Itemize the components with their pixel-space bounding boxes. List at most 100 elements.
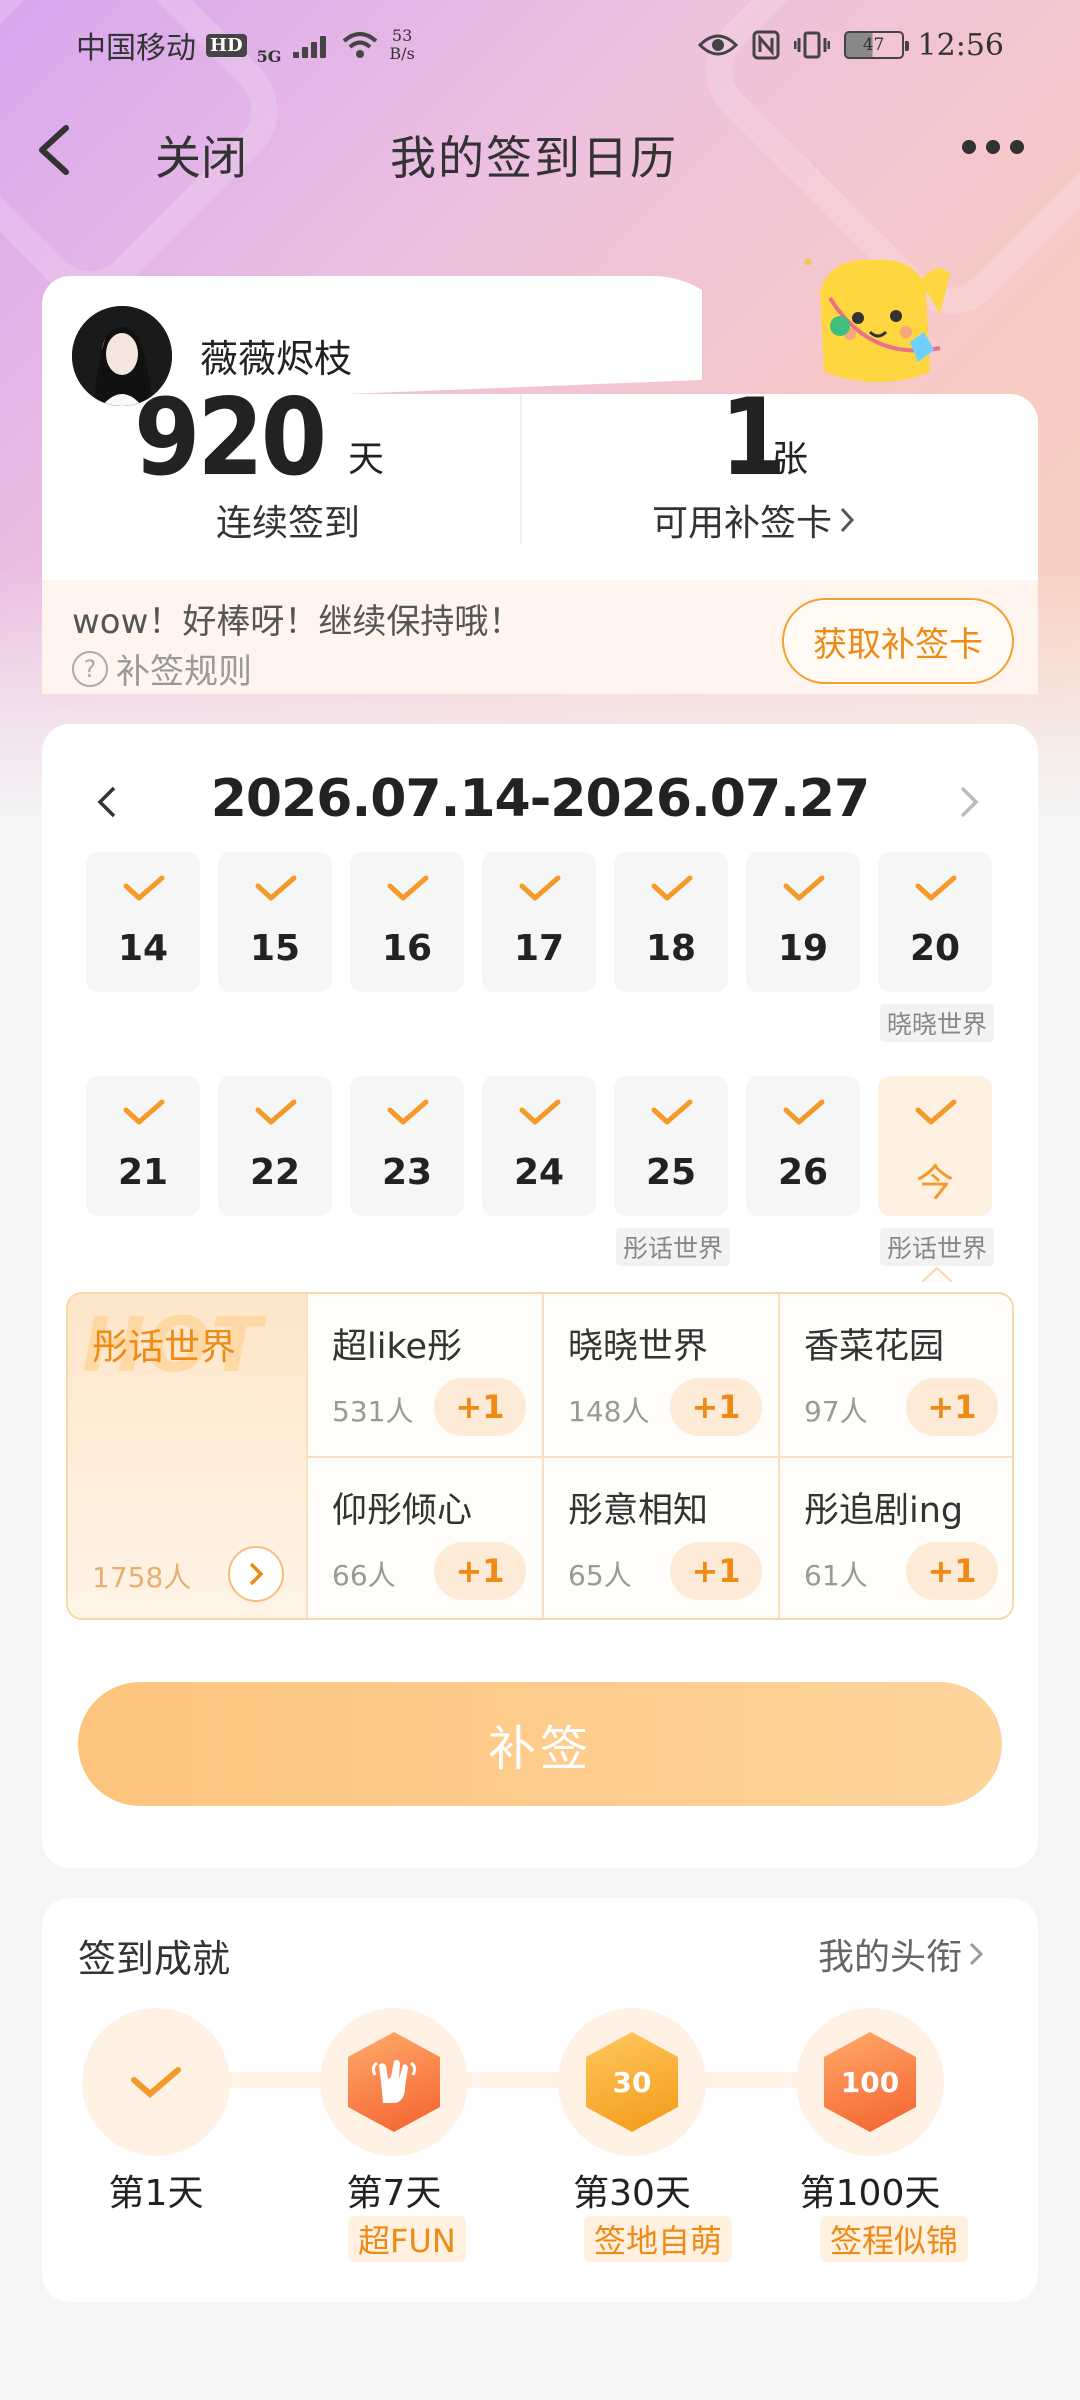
topic-item[interactable]: 香菜花园 97人 +1 — [778, 1294, 1012, 1458]
milestone-day: 第30天 — [573, 2173, 691, 2214]
makeup-cards-unit: 张 — [772, 439, 809, 480]
topic-plus-one-button[interactable]: +1 — [906, 1378, 998, 1436]
topic-item[interactable]: 彤意相知 65人 +1 — [542, 1458, 778, 1618]
streak-days: 920 — [134, 376, 327, 499]
rock-hand-badge-icon — [348, 2032, 440, 2132]
calendar-day[interactable]: 18 — [614, 852, 728, 992]
achievements-card: 签到成就 我的头衔 30 100 第1天 第7天 第30天 第100天 超FUN… — [42, 1898, 1038, 2302]
milestone-day: 第1天 — [108, 2173, 204, 2214]
net-type: 5G — [256, 47, 282, 66]
topic-item[interactable]: 彤追剧ing 61人 +1 — [778, 1458, 1012, 1618]
topic-name: 彤追剧ing — [804, 1491, 964, 1531]
topic-count: 65人 — [568, 1559, 632, 1592]
divider — [520, 394, 522, 544]
calendar-day-number: 16 — [381, 928, 433, 969]
check-icon — [915, 875, 957, 901]
topic-grid: HOT 彤话世界 1758人 超like彤 531人 +1 晓晓世界 148人 +1 香菜花… — [66, 1292, 1014, 1620]
battery-icon: 47 — [843, 31, 909, 59]
calendar-day-number: 20 — [909, 928, 961, 969]
today-topic-tag: 彤话世界 — [880, 1228, 994, 1266]
topic-item[interactable]: 仰彤倾心 66人 +1 — [306, 1458, 542, 1618]
day-topic-tag: 晓晓世界 — [880, 1004, 994, 1042]
calendar-day-number: 21 — [117, 1152, 169, 1193]
calendar-day-number: 14 — [117, 928, 169, 969]
calendar-day[interactable]: 21 — [86, 1076, 200, 1216]
calendar-day[interactable]: 20 — [878, 852, 992, 992]
milestone-badge-1[interactable] — [82, 2008, 230, 2156]
calendar-day-today[interactable]: 今 — [878, 1076, 992, 1216]
calendar-day-number: 22 — [249, 1152, 301, 1193]
topic-count: 66人 — [332, 1559, 396, 1592]
calendar-day-number: 今 — [915, 1161, 954, 1205]
topic-plus-one-button[interactable]: +1 — [906, 1542, 998, 1600]
calendar-day-number: 23 — [381, 1152, 433, 1193]
next-week-arrow-icon[interactable] — [954, 782, 984, 822]
30-days-badge-icon: 30 — [586, 2032, 678, 2132]
calendar-day[interactable]: 17 — [482, 852, 596, 992]
calendar-card: 2026.07.14-2026.07.27 14 15 16 17 18 19 20 21 2… — [42, 724, 1038, 1868]
nfc-icon — [752, 30, 780, 60]
calendar-day-number: 25 — [645, 1152, 697, 1193]
topic-plus-one-button[interactable]: +1 — [670, 1378, 762, 1436]
makeup-cards-label: 可用补签卡 — [652, 503, 833, 544]
check-icon — [387, 875, 429, 901]
page-title: 我的签到日历 — [390, 131, 678, 185]
calendar-day-number: 18 — [645, 928, 697, 969]
check-icon — [915, 1099, 957, 1125]
pointer-caret — [922, 1266, 952, 1282]
day-topic-tag: 彤话世界 — [616, 1228, 730, 1266]
calendar-day[interactable]: 23 — [350, 1076, 464, 1216]
makeup-checkin-button[interactable]: 补签 — [78, 1682, 1002, 1806]
check-icon — [783, 875, 825, 901]
close-button[interactable]: 关闭 — [155, 122, 247, 188]
calendar-day-number: 24 — [513, 1152, 565, 1193]
calendar-day-number: 26 — [777, 1152, 829, 1193]
encourage-message: wow！好棒呀！继续保持哦！ — [72, 602, 523, 642]
get-makeup-card-button[interactable]: 获取补签卡 — [782, 598, 1014, 684]
milestone-badge-100[interactable]: 100 — [796, 2008, 944, 2156]
makeup-rules-link[interactable]: ? 补签规则 — [72, 644, 252, 693]
milestone-badge-30[interactable]: 30 — [558, 2008, 706, 2156]
topic-plus-one-button[interactable]: +1 — [434, 1542, 526, 1600]
eye-icon — [697, 34, 738, 56]
featured-topic[interactable]: HOT 彤话世界 1758人 — [68, 1294, 308, 1618]
my-titles-link[interactable]: 我的头衔 — [818, 1928, 984, 1980]
milestone-day: 第100天 — [799, 2173, 941, 2214]
calendar-day[interactable]: 14 — [86, 852, 200, 992]
milestone-title-tag: 签程似锦 — [820, 2216, 969, 2262]
featured-topic-name: 彤话世界 — [92, 1327, 237, 1368]
encourage-strip: wow！好棒呀！继续保持哦！ ? 补签规则 获取补签卡 — [42, 580, 1038, 694]
check-icon — [123, 875, 165, 901]
streak-label: 连续签到 — [216, 503, 361, 544]
calendar-day-number: 15 — [249, 928, 301, 969]
calendar-day-number: 19 — [777, 928, 829, 969]
calendar-day[interactable]: 16 — [350, 852, 464, 992]
calendar-day[interactable]: 22 — [218, 1076, 332, 1216]
topic-name: 仰彤倾心 — [332, 1491, 473, 1531]
calendar-day[interactable]: 15 — [218, 852, 332, 992]
topic-item[interactable]: 晓晓世界 148人 +1 — [542, 1294, 778, 1458]
topic-item[interactable]: 超like彤 531人 +1 — [306, 1294, 542, 1458]
mascot-icon — [804, 258, 950, 382]
featured-topic-count: 1758人 — [92, 1561, 192, 1594]
calendar-day[interactable]: 26 — [746, 1076, 860, 1216]
check-icon — [651, 1099, 693, 1125]
featured-go-button[interactable] — [228, 1546, 284, 1602]
check-icon — [783, 1099, 825, 1125]
back-arrow-icon[interactable] — [30, 122, 82, 178]
check-icon — [131, 2067, 181, 2098]
topic-plus-one-button[interactable]: +1 — [434, 1378, 526, 1436]
more-menu-icon[interactable] — [962, 140, 1024, 154]
chevron-right-icon — [840, 507, 855, 533]
chevron-right-icon — [249, 1562, 264, 1586]
calendar-day[interactable]: 24 — [482, 1076, 596, 1216]
achievements-title: 签到成就 — [78, 1937, 231, 1981]
calendar-day[interactable]: 25 — [614, 1076, 728, 1216]
makeup-cards-link[interactable]: 可用补签卡 — [652, 494, 856, 546]
makeup-rules-label: 补签规则 — [116, 652, 252, 692]
topic-name: 彤意相知 — [568, 1491, 709, 1531]
topic-plus-one-button[interactable]: +1 — [670, 1542, 762, 1600]
status-bar: 中国移动 HD 5G 53 B/s 47 12:56 — [0, 0, 1080, 90]
calendar-day[interactable]: 19 — [746, 852, 860, 992]
milestone-badge-7[interactable] — [320, 2008, 468, 2156]
